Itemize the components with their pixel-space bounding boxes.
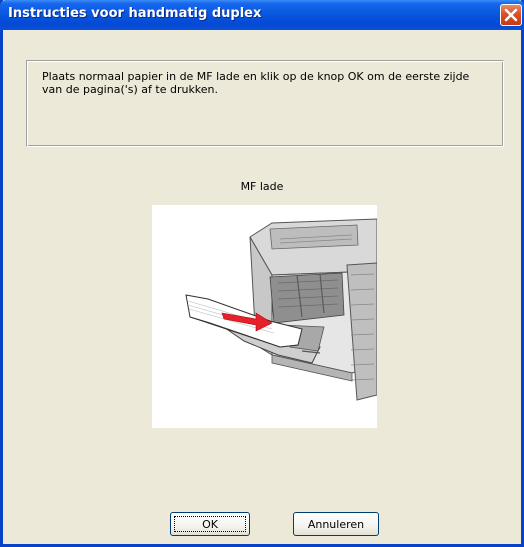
cancel-button[interactable]: Annuleren <box>293 512 379 536</box>
ok-button[interactable]: OK <box>170 512 250 536</box>
tray-label: MF lade <box>240 180 284 193</box>
close-icon <box>504 8 518 22</box>
printer-mf-tray-illustration <box>185 218 378 401</box>
message-panel: Plaats normaal papier in de MF lade en k… <box>26 60 504 147</box>
printer-illustration <box>152 205 378 428</box>
close-button[interactable] <box>500 4 522 26</box>
instruction-text: Plaats normaal papier in de MF lade en k… <box>42 70 470 96</box>
dialog-window: Instructies voor handmatig duplex Plaats… <box>0 0 524 547</box>
title-bar[interactable]: Instructies voor handmatig duplex <box>0 0 524 30</box>
dialog-title: Instructies voor handmatig duplex <box>8 6 262 21</box>
cancel-button-label: Annuleren <box>307 517 365 531</box>
focus-rectangle <box>174 516 246 532</box>
